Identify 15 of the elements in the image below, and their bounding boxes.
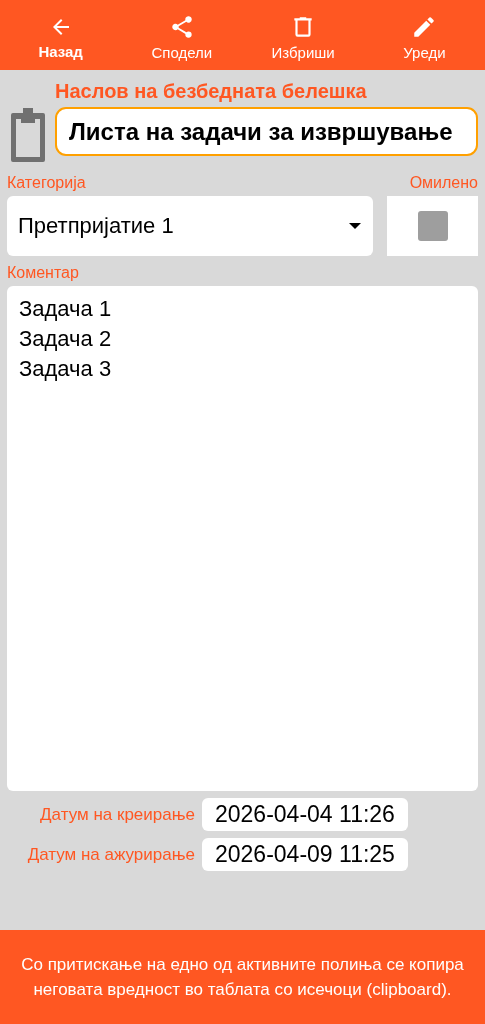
- favorite-label: Омилено: [409, 174, 478, 192]
- comment-field[interactable]: Задача 1 Задача 2 Задача 3: [7, 286, 478, 791]
- favorite-checkbox[interactable]: [417, 211, 448, 241]
- clipboard-icon: [11, 108, 45, 162]
- title-field[interactable]: Листа на задачи за извршување: [55, 107, 478, 156]
- date-value[interactable]: 2026-04-09 11:25: [202, 838, 408, 871]
- date-label: Датум на ажурирање: [27, 844, 195, 865]
- category-label: Категорија: [7, 174, 87, 192]
- title-label: Наслов на безбедната белешка: [55, 80, 368, 103]
- category-dropdown[interactable]: Претпријатие 1: [7, 196, 373, 256]
- date-value[interactable]: 2026-04-04 11:26: [202, 798, 408, 831]
- hint-text: Со притискање на едно од активните полиња се копира неговата вредност во таблата со исечоци (clipboard).: [20, 954, 465, 1001]
- dropdown-caret-icon: [349, 223, 361, 229]
- date-label: Датум на креирање: [40, 804, 195, 825]
- comment-label: Коментар: [7, 264, 80, 282]
